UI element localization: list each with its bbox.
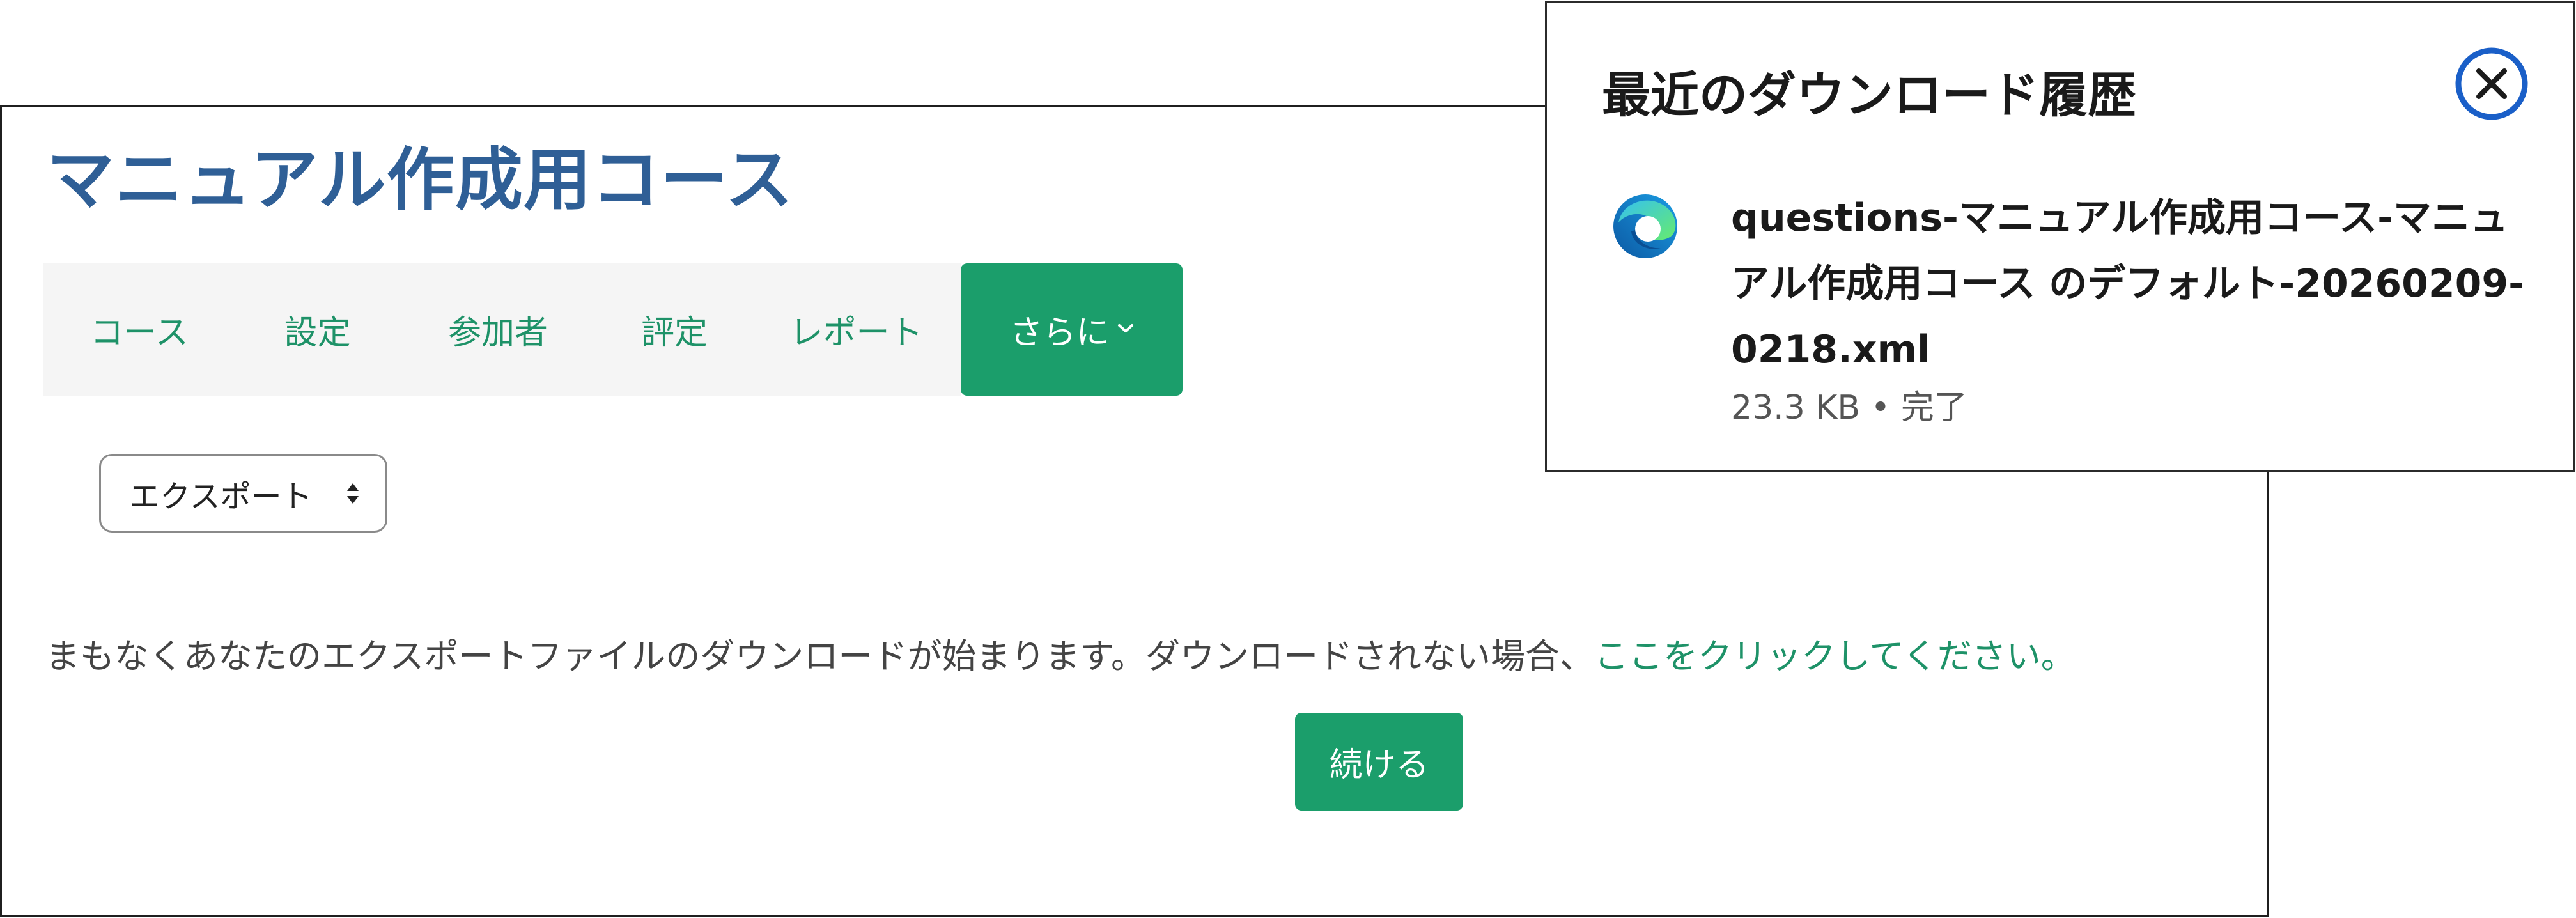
- chevron-down-icon: [1117, 323, 1134, 334]
- nav-item-settings[interactable]: 設定: [236, 263, 399, 396]
- screen: マニュアル作成用コース コース 設定 参加者 評定 レポート さらに エクスポー…: [0, 0, 2576, 918]
- continue-button[interactable]: 続ける: [1295, 713, 1463, 811]
- download-history-popup: 最近のダウンロード履歴 questions-マニュアル作成用コース-マニュアル作…: [1545, 1, 2575, 472]
- click-here-link[interactable]: ここをクリックしてください。: [1594, 636, 2076, 676]
- export-select-value: エクスポート: [129, 478, 313, 515]
- nav-item-course[interactable]: コース: [43, 263, 236, 396]
- nav-more-button[interactable]: さらに: [961, 263, 1183, 396]
- nav-item-participants[interactable]: 参加者: [399, 263, 597, 396]
- download-message: まもなくあなたのエクスポートファイルのダウンロードが始まります。ダウンロードされ…: [45, 628, 2076, 678]
- sort-icon: [346, 482, 360, 505]
- nav-item-reports[interactable]: レポート: [752, 263, 961, 396]
- export-select[interactable]: エクスポート: [99, 454, 387, 533]
- close-icon[interactable]: [2455, 47, 2529, 121]
- download-file-status: 23.3 KB • 完了: [1731, 389, 1967, 427]
- popup-title: 最近のダウンロード履歴: [1602, 66, 2136, 123]
- page-title: マニュアル作成用コース: [47, 141, 794, 219]
- download-file-name[interactable]: questions-マニュアル作成用コース-マニュアル作成用コース のデフォルト…: [1731, 185, 2536, 383]
- edge-icon: [1610, 191, 1681, 262]
- nav-more-label: さらに: [1009, 314, 1110, 352]
- download-message-text: まもなくあなたのエクスポートファイルのダウンロードが始まります。ダウンロードされ…: [45, 636, 1594, 676]
- course-nav-bar: コース 設定 参加者 評定 レポート さらに: [43, 263, 1183, 396]
- nav-item-grades[interactable]: 評定: [597, 263, 752, 396]
